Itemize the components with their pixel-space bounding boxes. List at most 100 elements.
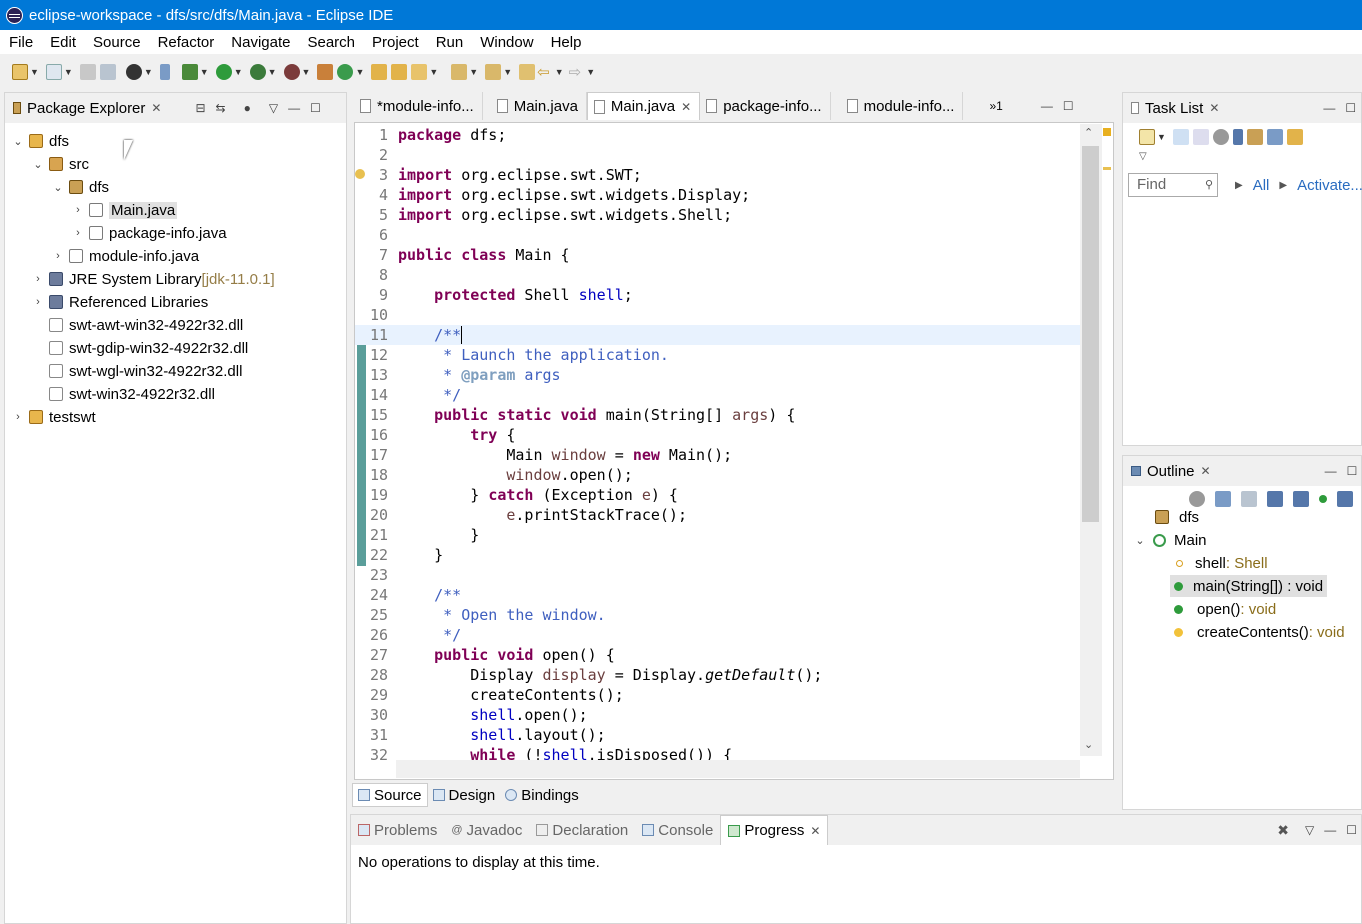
code-editor[interactable]: 1 package dfs; 2 3 import org.eclipse.swt.… [354, 122, 1114, 780]
editor-horizontal-scrollbar[interactable] [396, 760, 1080, 778]
chevron-down-icon[interactable]: ⌄ [1133, 534, 1147, 547]
open-folder-icon[interactable] [391, 64, 408, 80]
presentation-icon[interactable] [1286, 129, 1303, 145]
chevron-down-icon[interactable]: ▼ [200, 67, 209, 77]
menu-run[interactable]: Run [427, 34, 472, 51]
tree-item[interactable]: › Referenced Libraries [31, 291, 208, 313]
chevron-down-icon[interactable]: ⌄ [11, 135, 25, 148]
task-list-title[interactable]: Task List [1145, 100, 1203, 117]
hide-non-public-icon[interactable] [1319, 495, 1327, 503]
minimize-icon[interactable]: — [1323, 101, 1335, 115]
collapse-all-icon[interactable]: ⊟ [195, 101, 205, 115]
menu-refactor[interactable]: Refactor [149, 34, 223, 51]
scheduled-icon[interactable] [1192, 129, 1209, 145]
overview-marker[interactable] [1103, 167, 1111, 170]
save-icon[interactable] [79, 64, 96, 80]
collapse-tasks-icon[interactable] [1266, 129, 1283, 145]
tree-item[interactable]: ⌄ dfs [11, 130, 69, 152]
chevron-down-icon[interactable]: ▼ [30, 67, 39, 77]
minimize-icon[interactable]: — [1325, 464, 1337, 478]
skip-breakpoints-icon[interactable] [159, 64, 170, 80]
new-class-icon[interactable] [337, 64, 354, 80]
tree-item[interactable]: › Main.java [71, 199, 178, 221]
collapse-all-icon[interactable] [1215, 491, 1231, 507]
chevron-right-icon[interactable]: › [51, 250, 65, 262]
tree-item[interactable]: › module-info.java [51, 245, 199, 267]
chevron-right-icon[interactable]: › [31, 296, 45, 308]
last-edit-icon[interactable] [519, 64, 536, 80]
scroll-down-icon[interactable]: ⌄ [1084, 738, 1093, 751]
tree-item[interactable]: swt-win32-4922r32.dll [31, 383, 215, 405]
menu-file[interactable]: File [0, 34, 41, 51]
tab-console[interactable]: Console [635, 815, 720, 845]
tab-javadoc[interactable]: @ Javadoc [444, 815, 529, 845]
activate-link[interactable]: Activate... [1297, 177, 1362, 195]
tree-item[interactable]: › JRE System Library [jdk-11.0.1] [31, 268, 275, 290]
run-icon[interactable] [215, 64, 232, 80]
chevron-down-icon[interactable]: ⌄ [51, 181, 65, 194]
task-find-input[interactable]: Find ⚲ [1128, 173, 1218, 197]
hide-static-icon[interactable] [1293, 491, 1309, 507]
tree-item[interactable]: swt-awt-win32-4922r32.dll [31, 314, 243, 336]
tab-module-info-modified[interactable]: *module-info... [352, 92, 483, 120]
chevron-down-icon[interactable]: ▼ [429, 67, 438, 77]
chevron-right-icon[interactable]: › [71, 227, 85, 239]
chevron-down-icon[interactable]: ▼ [64, 67, 73, 77]
tree-item[interactable]: swt-gdip-win32-4922r32.dll [31, 337, 248, 359]
categorized-icon[interactable] [1172, 129, 1189, 145]
scrollbar-thumb[interactable] [1082, 146, 1099, 522]
menu-source[interactable]: Source [84, 34, 149, 51]
maximize-icon[interactable]: ☐ [1063, 99, 1074, 113]
sort-icon[interactable] [1241, 491, 1257, 507]
new-icon[interactable] [12, 64, 28, 80]
link-with-editor-icon[interactable]: ⇆ [216, 101, 226, 115]
minimize-icon[interactable]: — [288, 101, 300, 115]
save-all-icon[interactable] [99, 64, 116, 80]
search-tool-icon[interactable] [411, 64, 428, 80]
minimize-icon[interactable]: — [1041, 99, 1053, 113]
open-project-icon[interactable] [371, 64, 388, 80]
chevron-down-icon[interactable]: ▼ [586, 67, 595, 77]
maximize-icon[interactable]: ☐ [1346, 823, 1357, 837]
outline-title[interactable]: Outline [1147, 463, 1195, 480]
tab-module-info[interactable]: module-info... [831, 92, 964, 120]
maximize-icon[interactable]: ☐ [1345, 101, 1356, 115]
back-icon[interactable]: ⇦ [537, 63, 550, 81]
chevron-down-icon[interactable]: ▼ [302, 67, 311, 77]
hide-local-types-icon[interactable] [1337, 491, 1353, 507]
filters-icon[interactable]: ● [244, 101, 251, 115]
tab-main-java-active[interactable]: Main.java ✕ [586, 92, 701, 120]
coverage-icon[interactable] [249, 64, 266, 80]
menu-project[interactable]: Project [363, 34, 427, 51]
tab-progress[interactable]: Progress ✕ [720, 815, 829, 845]
chevron-right-icon[interactable]: › [11, 411, 25, 423]
outline-item-method[interactable]: createContents() : void [1174, 621, 1345, 643]
tab-bindings[interactable]: Bindings [500, 783, 584, 807]
tree-item[interactable]: ⌄ src [31, 153, 89, 175]
tree-item[interactable]: › testswt [11, 406, 96, 428]
chevron-down-icon[interactable]: ▼ [234, 67, 243, 77]
menu-navigate[interactable]: Navigate [222, 34, 298, 51]
tree-item[interactable]: swt-wgl-win32-4922r32.dll [31, 360, 242, 382]
view-menu-icon[interactable]: ▽ [1123, 151, 1361, 162]
overview-warning-icon[interactable] [1103, 128, 1111, 136]
package-explorer-title[interactable]: Package Explorer [27, 100, 145, 117]
tab-main-java[interactable]: Main.java [483, 92, 587, 120]
all-link[interactable]: All [1253, 177, 1270, 195]
menu-search[interactable]: Search [298, 34, 363, 51]
chevron-right-icon[interactable]: › [71, 204, 85, 216]
tree-item[interactable]: › package-info.java [71, 222, 226, 244]
chevron-down-icon[interactable]: ▼ [1157, 132, 1166, 142]
chevron-down-icon[interactable]: ▼ [555, 67, 564, 77]
tabs-overflow-button[interactable]: »1 [963, 92, 1010, 120]
outline-item-package[interactable]: dfs [1155, 506, 1199, 528]
forward-icon[interactable]: ⇨ [569, 63, 582, 81]
remove-all-icon[interactable]: ✖ [1277, 822, 1289, 839]
open-type-icon[interactable] [45, 64, 62, 80]
view-menu-icon[interactable]: ▽ [269, 101, 278, 115]
minimize-icon[interactable]: — [1324, 823, 1336, 837]
scroll-up-icon[interactable]: ⌃ [1084, 126, 1093, 139]
close-icon[interactable]: ✕ [681, 100, 691, 114]
tab-source[interactable]: Source [352, 783, 428, 807]
outline-item-method-selected[interactable]: main(String[]) : void [1170, 575, 1328, 597]
